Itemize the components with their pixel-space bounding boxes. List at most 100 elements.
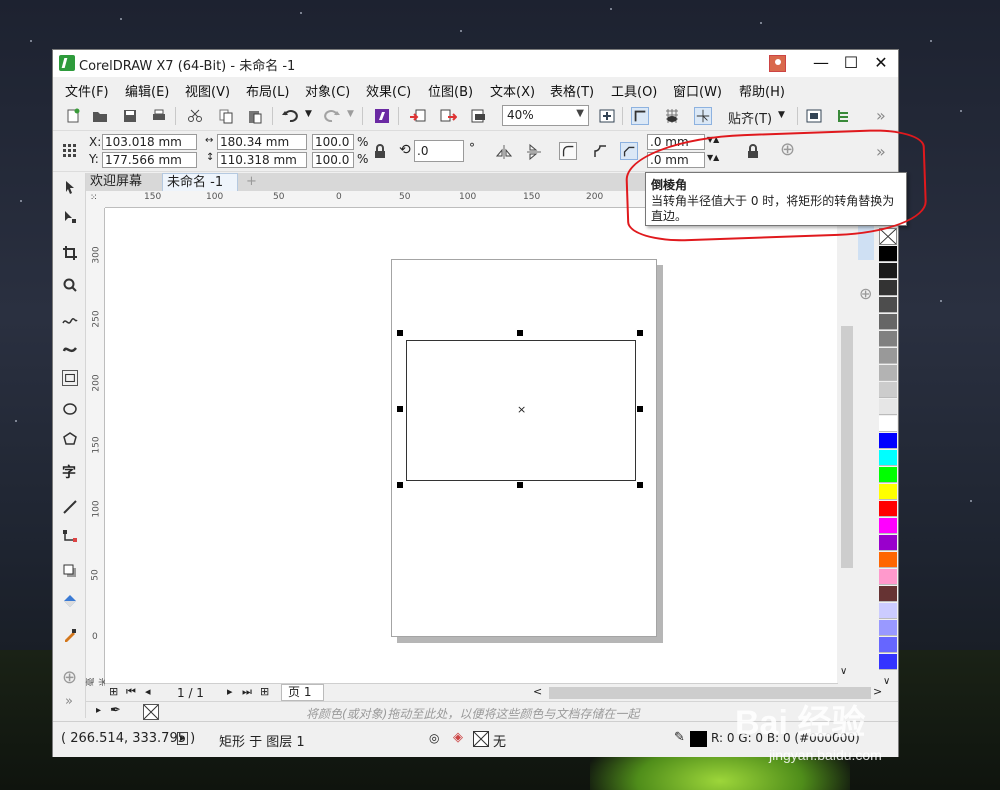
selection-handle[interactable]: [637, 482, 643, 488]
mirror-horizontal-icon[interactable]: [495, 143, 513, 161]
copy-icon[interactable]: [217, 107, 235, 125]
polygon-tool-icon[interactable]: [62, 431, 78, 447]
ellipse-tool-icon[interactable]: [62, 401, 78, 417]
undo-dropdown-icon[interactable]: ▼: [305, 109, 312, 119]
selection-handle[interactable]: [397, 330, 403, 336]
menu-file[interactable]: 文件(F): [65, 81, 109, 100]
menu-edit[interactable]: 编辑(E): [125, 81, 169, 100]
color-swatch[interactable]: [879, 365, 897, 381]
add-page-icon[interactable]: ⊞: [260, 685, 269, 698]
selection-handle[interactable]: [397, 482, 403, 488]
eyedropper-icon[interactable]: ✒: [110, 703, 121, 718]
rotation-center-icon[interactable]: ×: [517, 404, 526, 415]
redo-icon[interactable]: [323, 107, 341, 125]
print-icon[interactable]: [150, 107, 168, 125]
redo-dropdown-icon[interactable]: ▼: [347, 109, 354, 119]
menu-effects[interactable]: 效果(C): [366, 81, 411, 100]
vertical-ruler[interactable]: 300 250 200 150 100 50 0 毫米: [86, 208, 110, 687]
show-guidelines-icon[interactable]: [694, 107, 712, 125]
outline-pen-icon[interactable]: ✎: [674, 730, 685, 745]
menu-tools[interactable]: 工具(O): [611, 81, 657, 100]
color-swatch[interactable]: [879, 314, 897, 330]
status-expand-icon[interactable]: ▸: [177, 732, 189, 745]
menu-view[interactable]: 视图(V): [185, 81, 230, 100]
rotation-angle-field[interactable]: .0: [414, 140, 464, 162]
user-account-icon[interactable]: [769, 55, 786, 72]
artistic-media-tool-icon[interactable]: [62, 341, 78, 357]
selection-handle[interactable]: [517, 482, 523, 488]
color-swatch[interactable]: [879, 637, 897, 653]
rectangle-tool-icon[interactable]: [62, 370, 78, 386]
color-swatch[interactable]: [879, 433, 897, 449]
zoom-tool-icon[interactable]: [62, 277, 78, 293]
color-swatch[interactable]: [879, 518, 897, 534]
drop-shadow-tool-icon[interactable]: [62, 563, 78, 579]
search-content-icon[interactable]: [373, 107, 391, 125]
x-position-field[interactable]: 103.018 mm: [102, 134, 197, 150]
round-corner-icon[interactable]: [559, 142, 577, 160]
color-swatch[interactable]: [879, 297, 897, 313]
color-swatch[interactable]: [879, 552, 897, 568]
scroll-left-icon[interactable]: <: [533, 685, 542, 698]
fill-bucket-icon[interactable]: ◈: [453, 730, 463, 745]
transparency-tool-icon[interactable]: [62, 593, 78, 609]
crop-tool-icon[interactable]: [62, 245, 78, 261]
selection-handle[interactable]: [637, 406, 643, 412]
pick-tool-icon[interactable]: [62, 179, 78, 195]
scale-x-field[interactable]: 100.0: [312, 134, 354, 150]
shape-tool-icon[interactable]: [62, 209, 78, 225]
vertical-scrollbar[interactable]: ∨: [837, 208, 855, 686]
text-tool-icon[interactable]: 字: [62, 462, 76, 482]
color-swatch[interactable]: [879, 484, 897, 500]
welcome-screen-icon[interactable]: [805, 107, 823, 125]
options-icon[interactable]: [835, 107, 853, 125]
color-swatch[interactable]: [879, 569, 897, 585]
cut-icon[interactable]: [186, 107, 204, 125]
full-screen-preview-icon[interactable]: [598, 107, 616, 125]
menu-window[interactable]: 窗口(W): [673, 81, 722, 100]
color-swatch[interactable]: [879, 586, 897, 602]
tab-page-1[interactable]: 页 1: [281, 684, 325, 701]
fill-none-swatch[interactable]: [473, 731, 489, 747]
object-origin-icon[interactable]: [61, 142, 79, 160]
toolbar-overflow-icon[interactable]: »: [876, 106, 886, 125]
previous-page-icon[interactable]: ◂: [145, 685, 151, 698]
color-swatch[interactable]: [879, 501, 897, 517]
object-height-field[interactable]: 110.318 mm: [217, 152, 307, 168]
tab-untitled-document[interactable]: 未命名 -1: [162, 173, 238, 191]
color-swatch[interactable]: [879, 348, 897, 364]
freehand-tool-icon[interactable]: [62, 313, 78, 329]
color-swatch[interactable]: [879, 280, 897, 296]
chamfered-corner-icon[interactable]: [620, 142, 638, 160]
tab-welcome-screen[interactable]: 欢迎屏幕: [86, 173, 147, 191]
scroll-down-icon[interactable]: ∨: [840, 666, 847, 677]
snap-to-dropdown[interactable]: 贴齐(T): [728, 108, 772, 127]
maximize-button[interactable]: ☐: [836, 51, 866, 75]
y-position-field[interactable]: 177.566 mm: [102, 152, 197, 168]
selection-handle[interactable]: [517, 330, 523, 336]
palette-menu-icon[interactable]: ▸: [96, 705, 101, 716]
color-swatch[interactable]: [879, 416, 897, 432]
import-icon[interactable]: [409, 107, 427, 125]
menu-layout[interactable]: 布局(L): [246, 81, 289, 100]
color-swatch[interactable]: [879, 535, 897, 551]
color-swatch[interactable]: [879, 654, 897, 670]
new-document-icon[interactable]: [64, 107, 82, 125]
menu-bitmaps[interactable]: 位图(B): [428, 81, 473, 100]
palette-scroll-down-icon[interactable]: ∨: [883, 676, 890, 687]
color-swatch[interactable]: [879, 450, 897, 466]
menu-object[interactable]: 对象(C): [305, 81, 350, 100]
close-button[interactable]: ✕: [866, 51, 896, 75]
object-width-field[interactable]: 180.34 mm: [217, 134, 307, 150]
no-color-swatch[interactable]: [879, 228, 897, 245]
open-folder-icon[interactable]: [91, 107, 109, 125]
no-fill-swatch[interactable]: [143, 704, 159, 720]
drawing-canvas[interactable]: ×: [105, 208, 837, 686]
save-icon[interactable]: [121, 107, 139, 125]
export-icon[interactable]: [439, 107, 457, 125]
color-swatch[interactable]: [879, 263, 897, 279]
color-swatch[interactable]: [879, 467, 897, 483]
page-options-icon[interactable]: ⊞: [109, 685, 118, 698]
add-docker-icon[interactable]: ⊕: [859, 284, 872, 303]
selection-handle[interactable]: [637, 330, 643, 336]
